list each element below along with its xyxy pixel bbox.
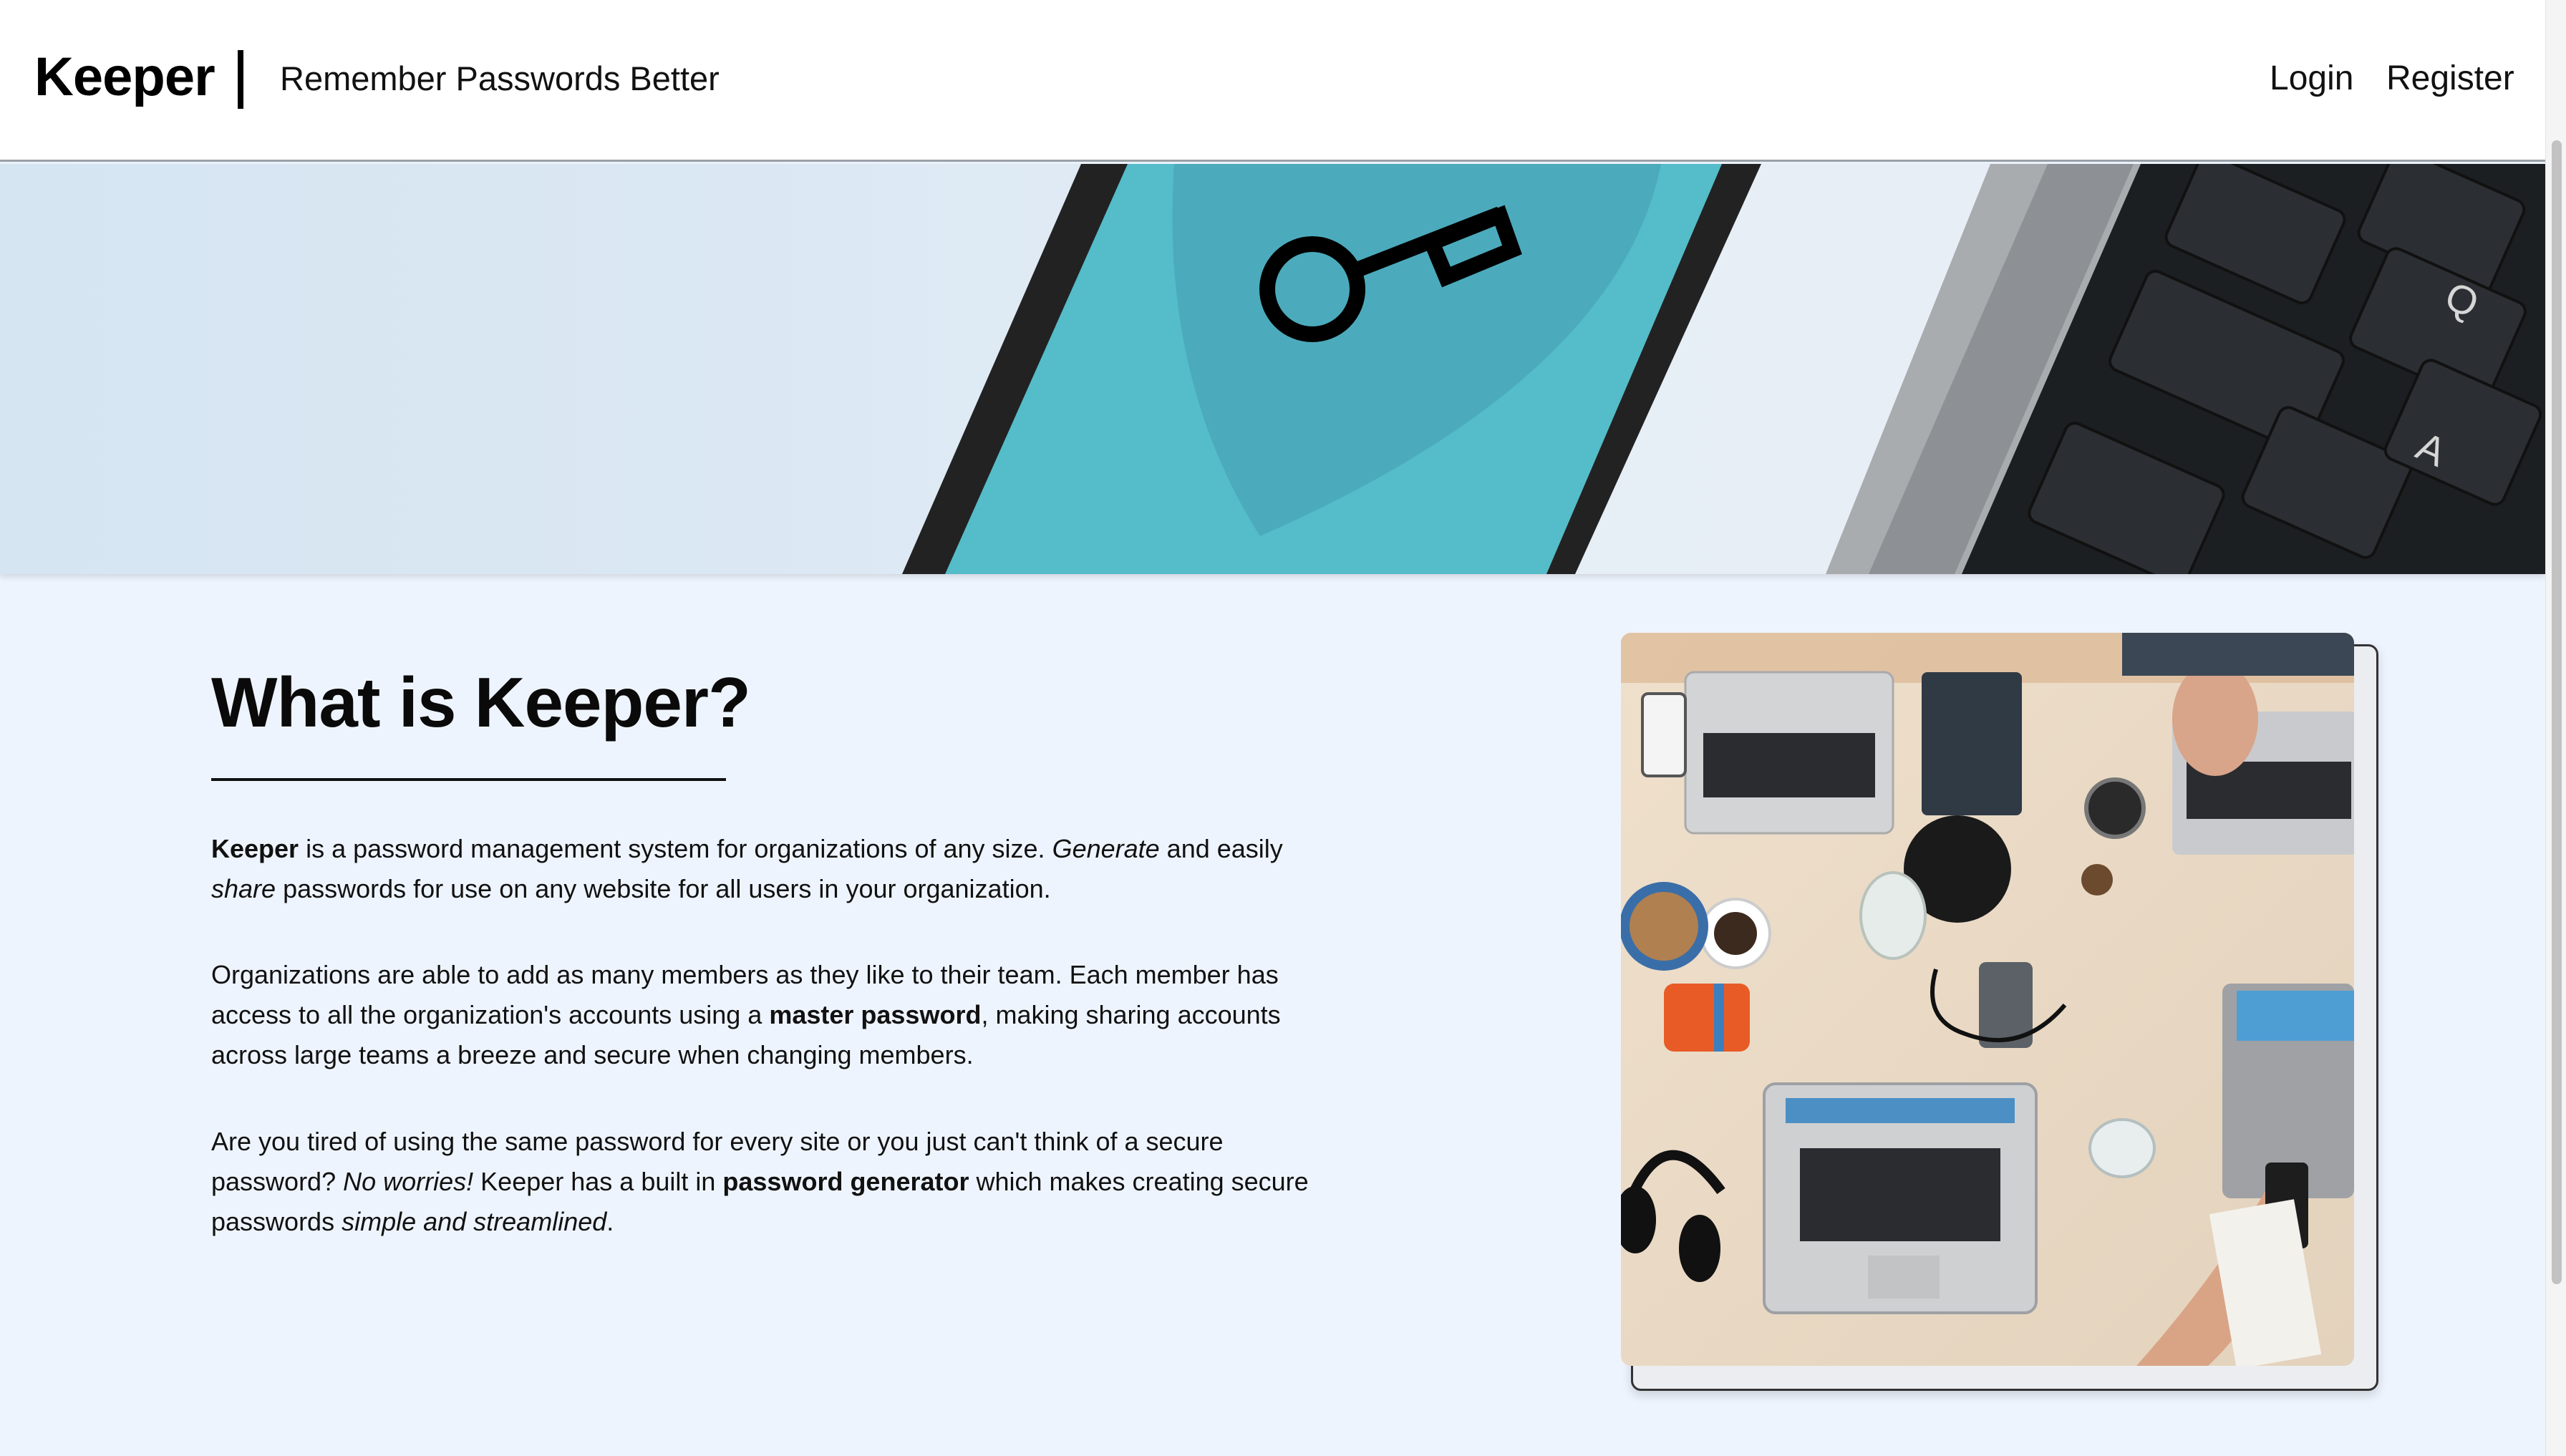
brand-divider bbox=[238, 50, 243, 109]
paragraph-run: . bbox=[606, 1207, 614, 1236]
paragraph-run: and easily bbox=[1159, 834, 1283, 863]
laptop-3 bbox=[1763, 1082, 2038, 1314]
top-nav-bar: Keeper Remember Passwords Better Login R… bbox=[0, 0, 2545, 162]
brand-tagline: Remember Passwords Better bbox=[280, 59, 720, 97]
team-desk-photo bbox=[1621, 633, 2354, 1366]
paragraph-run: master password bbox=[769, 1000, 982, 1029]
cup bbox=[2084, 777, 2146, 839]
notebook bbox=[1922, 672, 2022, 815]
page-title: What is Keeper? bbox=[211, 663, 751, 742]
paragraph-run: Keeper has a built in bbox=[473, 1167, 723, 1196]
login-link[interactable]: Login bbox=[2270, 59, 2353, 98]
scrollbar-thumb[interactable] bbox=[2552, 140, 2562, 1284]
paragraph-run: share bbox=[211, 874, 276, 903]
phone bbox=[1641, 692, 1687, 777]
paragraph-run: Keeper bbox=[211, 834, 299, 863]
hero-illustration: Q A bbox=[902, 164, 2545, 574]
paragraph-run: is a password management system for orga… bbox=[299, 834, 1052, 863]
vertical-scrollbar[interactable] bbox=[2545, 0, 2566, 1456]
page: Keeper Remember Passwords Better Login R… bbox=[0, 0, 2566, 1456]
hard-drive bbox=[1664, 984, 1750, 1052]
paragraph-run: passwords for use on any website for all… bbox=[276, 874, 1051, 903]
register-link[interactable]: Register bbox=[2386, 59, 2514, 98]
paragraph-run: simple and streamlined bbox=[342, 1207, 607, 1236]
generator-paragraph: Are you tired of using the same password… bbox=[211, 1122, 1342, 1242]
title-underline bbox=[211, 778, 726, 781]
hand bbox=[2172, 661, 2258, 776]
desk-illustration bbox=[1621, 633, 2354, 1366]
intro-paragraph: Keeper is a password management system f… bbox=[211, 829, 1342, 909]
members-paragraph: Organizations are able to add as many me… bbox=[211, 955, 1342, 1075]
paragraph-run: password generator bbox=[722, 1167, 969, 1196]
hero-banner-image: Q A bbox=[0, 164, 2545, 574]
paragraph-run: No worries! bbox=[343, 1167, 474, 1196]
laptop-1 bbox=[1684, 671, 1894, 835]
brand-logo[interactable]: Keeper bbox=[34, 46, 216, 108]
paragraph-run: Generate bbox=[1052, 834, 1160, 863]
